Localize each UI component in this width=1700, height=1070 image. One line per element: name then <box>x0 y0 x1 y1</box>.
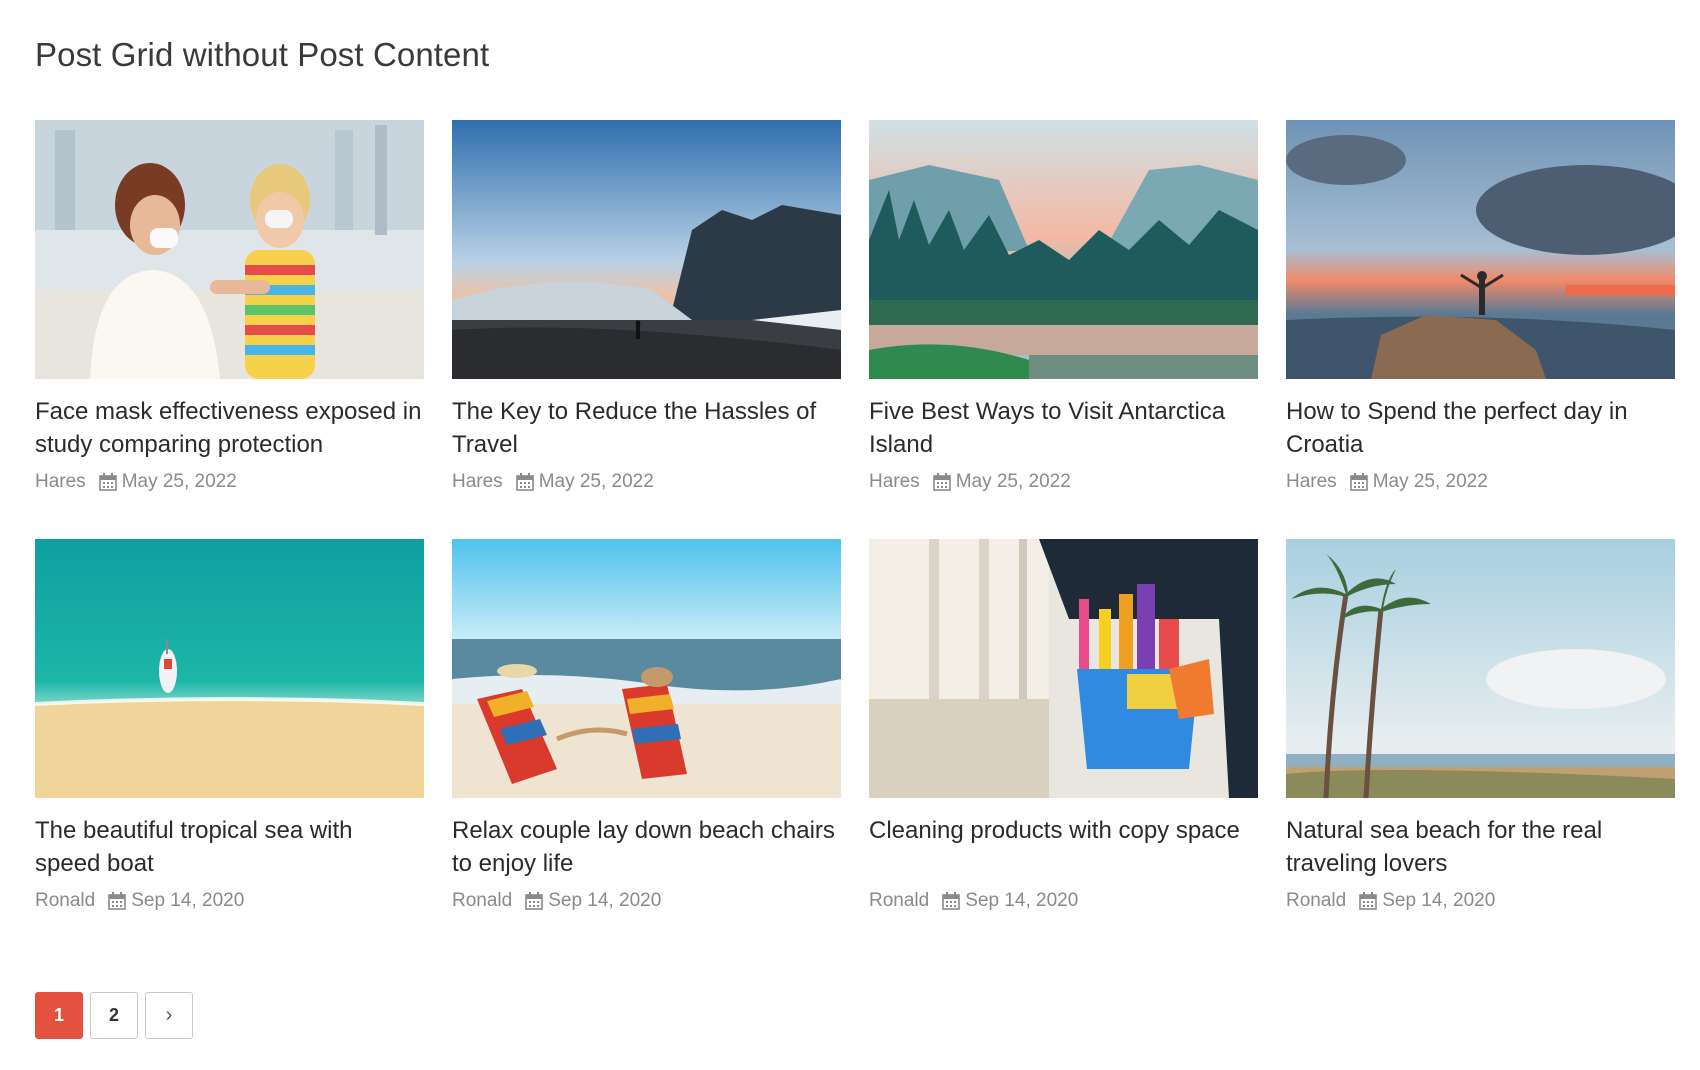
post-thumbnail[interactable] <box>35 120 424 379</box>
post-author[interactable]: Ronald <box>452 890 512 912</box>
tropical-sea-boat-photo <box>35 539 424 798</box>
post-meta: Hares May 25, 2022 <box>1286 469 1675 495</box>
post-title[interactable]: How to Spend the perfect day in Croatia <box>1286 395 1675 461</box>
post-date[interactable]: Sep 14, 2020 <box>965 890 1078 912</box>
post-author[interactable]: Hares <box>869 471 920 493</box>
post-meta: Ronald Sep 14, 2020 <box>869 888 1258 914</box>
calendar-icon <box>932 473 951 491</box>
forest-river-valley-photo <box>869 120 1258 379</box>
post-date[interactable]: Sep 14, 2020 <box>548 890 661 912</box>
post-meta: Ronald Sep 14, 2020 <box>35 888 424 914</box>
calendar-icon <box>98 473 117 491</box>
post-card: Natural sea beach for the real traveling… <box>1286 539 1675 914</box>
post-thumbnail[interactable] <box>452 120 841 379</box>
post-card: The Key to Reduce the Hassles of Travel … <box>452 120 841 495</box>
post-card: The beautiful tropical sea with speed bo… <box>35 539 424 914</box>
calendar-icon <box>942 892 961 910</box>
cleaning-products-bucket-photo <box>869 539 1258 798</box>
man-on-rock-sunset-photo <box>1286 120 1675 379</box>
post-title[interactable]: Relax couple lay down beach chairs to en… <box>452 814 841 880</box>
post-title[interactable]: Five Best Ways to Visit Antarctica Islan… <box>869 395 1258 461</box>
chevron-right-icon: › <box>165 1004 173 1026</box>
post-card: Face mask effectiveness exposed in study… <box>35 120 424 495</box>
post-card: Five Best Ways to Visit Antarctica Islan… <box>869 120 1258 495</box>
post-thumbnail[interactable] <box>452 539 841 798</box>
post-meta: Hares May 25, 2022 <box>869 469 1258 495</box>
post-date[interactable]: Sep 14, 2020 <box>1382 890 1495 912</box>
post-thumbnail[interactable] <box>1286 539 1675 798</box>
post-meta: Hares May 25, 2022 <box>452 469 841 495</box>
post-author[interactable]: Hares <box>1286 471 1337 493</box>
post-author[interactable]: Hares <box>35 471 86 493</box>
post-author[interactable]: Ronald <box>1286 890 1346 912</box>
post-card: Cleaning products with copy space Ronald… <box>869 539 1258 914</box>
post-date[interactable]: May 25, 2022 <box>956 471 1071 493</box>
post-title[interactable]: The Key to Reduce the Hassles of Travel <box>452 395 841 461</box>
page-title: Post Grid without Post Content <box>35 36 490 73</box>
post-card: Relax couple lay down beach chairs to en… <box>452 539 841 914</box>
page-2-button[interactable]: 2 <box>90 992 138 1039</box>
post-date[interactable]: May 25, 2022 <box>122 471 237 493</box>
post-thumbnail[interactable] <box>869 539 1258 798</box>
post-meta: Ronald Sep 14, 2020 <box>452 888 841 914</box>
calendar-icon <box>515 473 534 491</box>
post-author[interactable]: Ronald <box>869 890 929 912</box>
palm-trees-beach-photo <box>1286 539 1675 798</box>
post-author[interactable]: Hares <box>452 471 503 493</box>
post-title[interactable]: Cleaning products with copy space <box>869 814 1258 880</box>
post-card: How to Spend the perfect day in Croatia … <box>1286 120 1675 495</box>
post-title[interactable]: Natural sea beach for the real traveling… <box>1286 814 1675 880</box>
post-author[interactable]: Ronald <box>35 890 95 912</box>
post-thumbnail[interactable] <box>869 120 1258 379</box>
post-thumbnail[interactable] <box>35 539 424 798</box>
calendar-icon <box>1349 473 1368 491</box>
calendar-icon <box>108 892 127 910</box>
post-date[interactable]: May 25, 2022 <box>1373 471 1488 493</box>
page-1-button[interactable]: 1 <box>35 992 83 1039</box>
pagination: 1 2 › <box>35 992 193 1039</box>
next-page-button[interactable]: › <box>145 992 193 1039</box>
post-title[interactable]: Face mask effectiveness exposed in study… <box>35 395 424 461</box>
page: Post Grid without Post Content Face mask… <box>0 0 1700 1070</box>
post-date[interactable]: May 25, 2022 <box>539 471 654 493</box>
post-title[interactable]: The beautiful tropical sea with speed bo… <box>35 814 424 880</box>
post-meta: Ronald Sep 14, 2020 <box>1286 888 1675 914</box>
calendar-icon <box>525 892 544 910</box>
post-date[interactable]: Sep 14, 2020 <box>131 890 244 912</box>
post-grid: Face mask effectiveness exposed in study… <box>35 120 1676 914</box>
post-meta: Hares May 25, 2022 <box>35 469 424 495</box>
mountain-misty-valley-photo <box>452 120 841 379</box>
calendar-icon <box>1359 892 1378 910</box>
post-thumbnail[interactable] <box>1286 120 1675 379</box>
beach-chairs-couple-photo <box>452 539 841 798</box>
mother-child-face-mask-photo <box>35 120 424 379</box>
